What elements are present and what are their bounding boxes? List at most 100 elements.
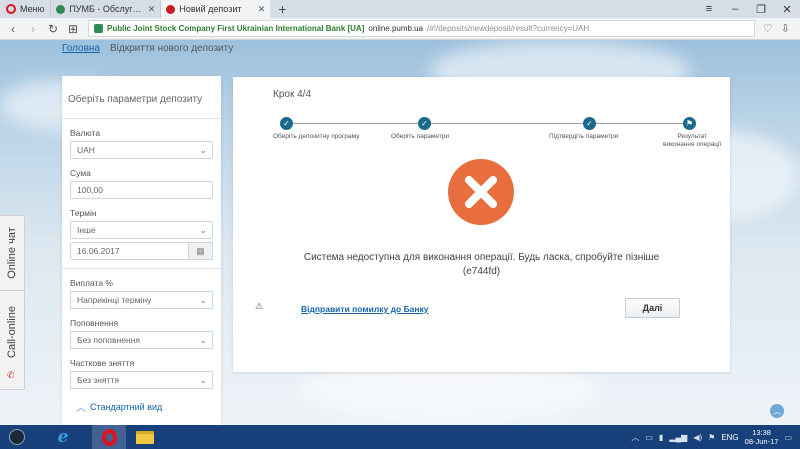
next-button[interactable]: Далі xyxy=(625,298,680,318)
step-2-label: Оберіть параметри xyxy=(391,133,450,140)
chevron-down-icon: ⌄ xyxy=(199,375,207,385)
new-tab-button[interactable]: + xyxy=(270,0,294,18)
warning-icon: ⚠ xyxy=(255,301,264,311)
params-title: Оберіть параметри депозиту xyxy=(62,76,221,119)
battery-icon[interactable]: ▮ xyxy=(659,433,663,442)
term-select[interactable]: Інше ⌄ xyxy=(70,221,213,239)
payout-label: Виплата % xyxy=(70,278,113,288)
speed-dial-icon[interactable]: ⊞ xyxy=(64,22,82,36)
window-controls: ≡ – ❐ ✕ xyxy=(696,0,800,18)
opera-icon xyxy=(101,428,117,446)
standard-view-label: Стандартний вид xyxy=(90,401,163,412)
flag-icon[interactable]: ⚑ xyxy=(708,433,715,442)
step-1-check-icon: ✓ xyxy=(280,117,293,130)
chevron-up-icon: ︿ xyxy=(76,403,86,414)
close-window-icon[interactable]: ✕ xyxy=(774,3,800,16)
close-icon[interactable]: ✕ xyxy=(258,4,266,15)
chevron-down-icon: ⌄ xyxy=(199,225,207,235)
step-2-check-icon: ✓ xyxy=(418,117,431,130)
page-content: Головна Відкриття нового депозиту Оберіт… xyxy=(0,40,800,425)
divider xyxy=(62,268,221,269)
folder-icon xyxy=(136,430,154,444)
volume-icon[interactable]: ◀) xyxy=(693,433,702,442)
calendar-icon[interactable]: ▦ xyxy=(189,242,213,260)
lock-icon xyxy=(94,24,103,33)
error-message: Система недоступна для виконання операці… xyxy=(303,252,660,263)
call-online-tab[interactable]: Call-online ✆ xyxy=(0,291,24,391)
address-bar: ‹ › ↻ ⊞ Public Joint Stock Company First… xyxy=(0,18,800,40)
breadcrumb-current: Відкриття нового депозиту xyxy=(110,43,234,54)
topup-select[interactable]: Без поповнення ⌄ xyxy=(70,331,213,349)
progress-stepper: ✓ ✓ ✓ ⚑ Оберіть депозитну програму Обері… xyxy=(273,117,721,157)
network-icon[interactable]: ▭ xyxy=(645,433,653,442)
withdraw-value: Без зняття xyxy=(77,375,119,385)
language-indicator[interactable]: ENG xyxy=(721,433,738,442)
browser-menu-button[interactable]: Меню xyxy=(0,0,50,18)
breadcrumb: Головна Відкриття нового депозиту xyxy=(62,43,233,54)
report-error-link[interactable]: Відправити помилку до Банку xyxy=(301,304,429,314)
topup-label: Поповнення xyxy=(70,318,119,328)
tab-new-deposit[interactable]: Новий депозит ✕ xyxy=(160,0,271,18)
forward-icon[interactable]: › xyxy=(24,22,42,36)
term-value: Інше xyxy=(77,225,96,235)
pumb-favicon-icon xyxy=(56,4,66,14)
url-field[interactable]: Public Joint Stock Company First Ukraini… xyxy=(88,20,755,37)
tab-title: ПУМБ - Обслуговування xyxy=(69,4,143,14)
opera-app[interactable] xyxy=(92,425,126,449)
payout-select[interactable]: Наприкінці терміну ⌄ xyxy=(70,291,213,309)
pumb-favicon-icon xyxy=(166,4,176,14)
phone-icon: ✆ xyxy=(7,370,15,380)
bookmark-heart-icon[interactable]: ♡ xyxy=(763,22,773,35)
currency-select[interactable]: UAH ⌄ xyxy=(70,141,213,159)
amount-value: 100,00 xyxy=(77,185,103,195)
topup-value: Без поповнення xyxy=(77,335,140,345)
file-explorer-app[interactable] xyxy=(128,425,162,449)
standard-view-toggle[interactable]: ︿ Стандартний вид xyxy=(70,399,213,415)
error-code: (e744fd) xyxy=(462,266,501,277)
back-icon[interactable]: ‹ xyxy=(4,22,22,36)
close-icon[interactable]: ✕ xyxy=(148,4,156,15)
internet-explorer-icon: e xyxy=(57,427,69,447)
online-chat-label: Online чат xyxy=(6,227,18,279)
withdraw-select[interactable]: Без зняття ⌄ xyxy=(70,371,213,389)
tab-title: Новий депозит xyxy=(179,4,242,14)
clock-date: 08-Jun-17 xyxy=(744,437,779,446)
step-counter: Крок 4/4 xyxy=(273,89,312,100)
browser-menu-label: Меню xyxy=(20,4,45,14)
step-4-label: Результат виконання операції xyxy=(663,133,722,149)
date-value: 16.06.2017 xyxy=(77,246,120,256)
internet-explorer-app[interactable]: e xyxy=(46,425,80,449)
deposit-params-panel: Оберіть параметри депозиту Валюта UAH ⌄ … xyxy=(62,76,221,425)
side-tabs: Online чат Call-online ✆ xyxy=(0,215,25,390)
minimize-icon[interactable]: – xyxy=(722,3,748,15)
withdraw-label: Часткове зняття xyxy=(70,358,135,368)
date-field[interactable]: 16.06.2017 xyxy=(70,242,189,260)
online-chat-tab[interactable]: Online чат xyxy=(0,216,24,291)
signal-icon[interactable]: ▂▄▆ xyxy=(669,433,687,442)
stepper-track xyxy=(286,123,690,124)
chevron-up-icon[interactable]: ︿ xyxy=(631,432,639,443)
system-tray: ︿ ▭ ▮ ▂▄▆ ◀) ⚑ ENG 13:38 08-Jun-17 ▭ xyxy=(631,428,800,446)
step-3-label: Підтвердіть параметри xyxy=(549,133,619,140)
clock[interactable]: 13:38 08-Jun-17 xyxy=(745,428,779,446)
amount-label: Сума xyxy=(70,168,91,178)
breadcrumb-home-link[interactable]: Головна xyxy=(62,43,100,54)
steam-app[interactable] xyxy=(0,425,34,449)
taskbar: e ︿ ▭ ▮ ▂▄▆ ◀) ⚑ ENG 13:38 08-Jun-17 ▭ xyxy=(0,425,800,449)
tabs-menu-icon[interactable]: ≡ xyxy=(696,3,722,15)
restore-icon[interactable]: ❐ xyxy=(748,3,774,16)
amount-field[interactable]: 100,00 xyxy=(70,181,213,199)
result-card: Крок 4/4 ✓ ✓ ✓ ⚑ Оберіть депозитну прогр… xyxy=(233,77,730,372)
tab-pumb-service[interactable]: ПУМБ - Обслуговування ✕ xyxy=(50,0,160,18)
term-label: Термін xyxy=(70,208,97,218)
step-3-check-icon: ✓ xyxy=(583,117,596,130)
currency-label: Валюта xyxy=(70,128,101,138)
step-1-label: Оберіть депозитну програму xyxy=(273,133,360,140)
step-4-flag-icon: ⚑ xyxy=(683,117,696,130)
reload-icon[interactable]: ↻ xyxy=(44,22,62,36)
scroll-to-top-icon[interactable]: ︿ xyxy=(770,404,784,418)
notifications-icon[interactable]: ▭ xyxy=(784,433,792,442)
chevron-down-icon: ⌄ xyxy=(199,335,207,345)
url-path: /#!/deposits/newdeposit/result?currency=… xyxy=(427,24,590,33)
download-icon[interactable]: ⇩ xyxy=(781,22,790,35)
